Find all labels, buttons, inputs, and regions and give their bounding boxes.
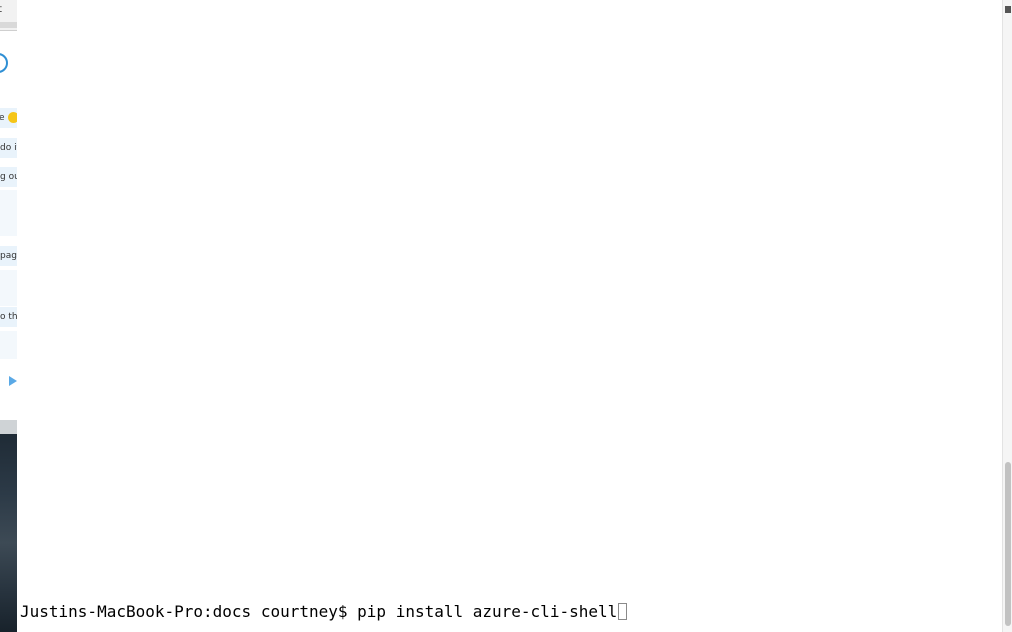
- terminal-prompt: Justins-MacBook-Pro:docs courtney$: [20, 602, 358, 621]
- chat-message-text: g ou: [0, 172, 17, 182]
- emoji-icon: [8, 112, 17, 123]
- chat-message-text: e: [0, 113, 5, 123]
- chat-message[interactable]: o the: [0, 307, 17, 327]
- chat-message-spacer: [0, 331, 17, 359]
- send-icon[interactable]: [9, 376, 17, 386]
- chat-message[interactable]: e: [0, 108, 17, 128]
- chat-footer: [0, 405, 17, 420]
- chat-message-text: o the: [0, 312, 17, 322]
- chat-topbar-divider: [0, 22, 17, 28]
- chat-message-text: do it: [0, 143, 17, 153]
- terminal-scrollbar[interactable]: [1002, 0, 1012, 632]
- chat-avatar-icon[interactable]: [0, 53, 8, 73]
- chat-message[interactable]: do it: [0, 138, 17, 158]
- chat-window[interactable]: t e do it g ou pag o the: [0, 0, 17, 420]
- text-cursor: [618, 603, 628, 620]
- chat-message-text: pag: [0, 251, 17, 261]
- chat-message[interactable]: g ou: [0, 167, 17, 187]
- background-window-strip: t e do it g ou pag o the: [0, 0, 17, 632]
- chat-message-spacer: [0, 190, 17, 236]
- chat-topbar-text: t: [0, 4, 2, 15]
- terminal-command-line[interactable]: Justins-MacBook-Pro:docs courtney$ pip i…: [20, 602, 628, 621]
- desktop-wallpaper: [0, 434, 17, 632]
- terminal-command: pip install azure-cli-shell: [357, 602, 618, 621]
- scroll-thumb[interactable]: [1005, 462, 1011, 626]
- chat-message[interactable]: pag: [0, 246, 17, 266]
- chat-topbar: t: [0, 0, 17, 31]
- scroll-menu-icon[interactable]: [1005, 6, 1011, 13]
- chat-message-spacer: [0, 270, 17, 306]
- terminal-window[interactable]: Justins-MacBook-Pro:docs courtney$ pip i…: [17, 0, 1002, 632]
